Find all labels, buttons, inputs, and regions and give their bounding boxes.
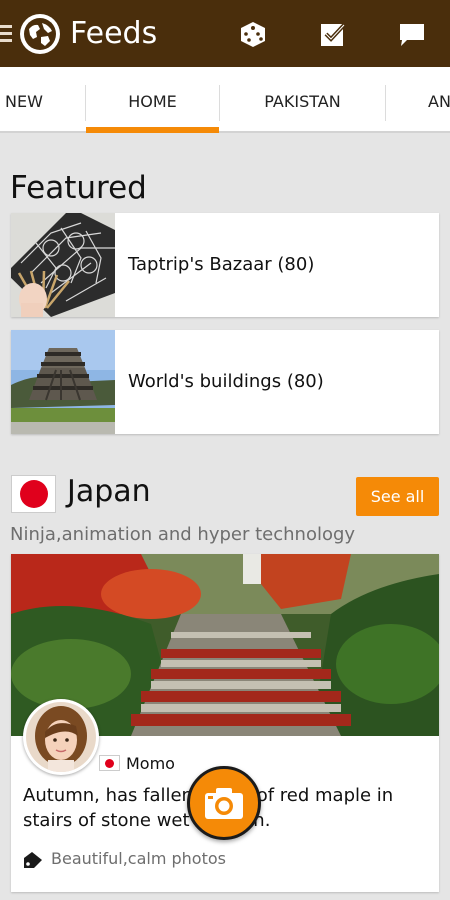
checkbox-icon[interactable] — [318, 19, 348, 49]
folding-fan-photo — [11, 213, 115, 317]
featured-label: Taptrip's Bazaar (80) — [128, 254, 315, 275]
camera-fab-button[interactable] — [187, 766, 261, 840]
tab-home[interactable]: HOME — [86, 67, 219, 131]
japan-flag-icon — [11, 475, 56, 513]
tab-an[interactable]: AN — [386, 67, 450, 131]
app-bar: Feeds — [0, 0, 450, 67]
section-title: Japan — [67, 474, 151, 509]
author-flag-icon — [99, 755, 120, 771]
camera-icon — [205, 788, 243, 819]
featured-heading: Featured — [10, 170, 147, 206]
tag-icon — [23, 851, 43, 869]
dice-icon[interactable] — [238, 19, 268, 49]
section-subtitle: Ninja,animation and hyper technology — [10, 524, 356, 545]
geisel-library-photo — [11, 330, 115, 434]
author-name[interactable]: Momo — [126, 754, 175, 773]
post-tags[interactable]: Beautiful,calm photos — [51, 849, 226, 868]
featured-label: World's buildings (80) — [128, 371, 324, 392]
drawer-menu-icon[interactable] — [0, 25, 12, 43]
see-all-button[interactable]: See all — [356, 477, 439, 516]
tab-bar: NEW HOME PAKISTAN AN — [0, 67, 450, 133]
globe-logo-icon[interactable] — [20, 14, 60, 54]
author-avatar[interactable] — [23, 699, 99, 775]
selected-tab-indicator — [86, 127, 219, 133]
tab-new[interactable]: NEW — [0, 67, 48, 131]
app-title: Feeds — [70, 16, 158, 51]
tab-pakistan[interactable]: PAKISTAN — [220, 67, 385, 131]
chat-icon[interactable] — [397, 19, 427, 49]
featured-card-buildings[interactable]: World's buildings (80) — [11, 330, 439, 434]
featured-card-bazaar[interactable]: Taptrip's Bazaar (80) — [11, 213, 439, 317]
